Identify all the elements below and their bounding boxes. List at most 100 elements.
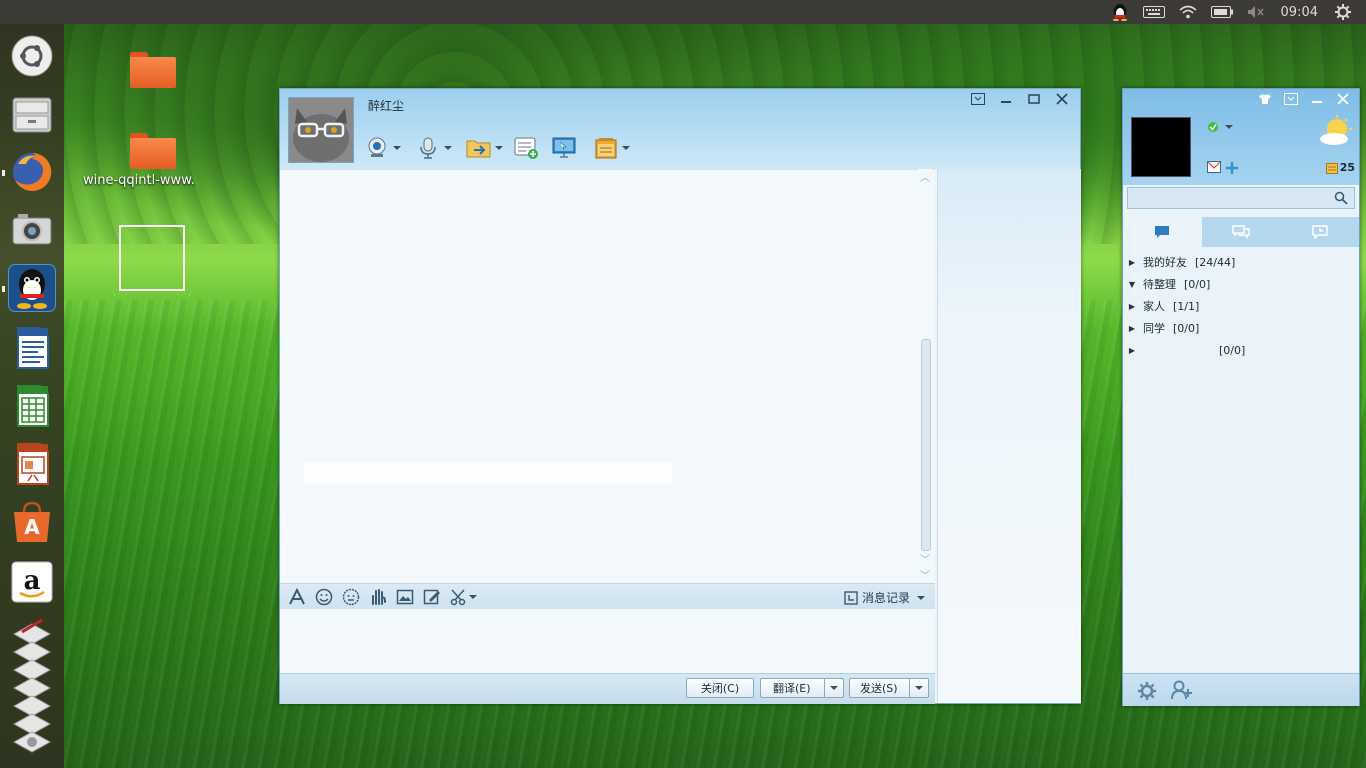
add-icon[interactable]: [1225, 161, 1239, 175]
weather-badge[interactable]: 25: [1325, 161, 1355, 174]
desktop-folder-label: wine-qqintl-www.: [83, 173, 195, 188]
contact-group[interactable]: ▼ 待整理 [0/0]: [1123, 273, 1359, 295]
video-call-icon[interactable]: [364, 135, 390, 161]
app-box-icon[interactable]: [593, 135, 619, 161]
running-indicator: [2, 286, 5, 292]
desktop-folder[interactable]: [130, 52, 176, 92]
camera-icon[interactable]: [8, 206, 56, 254]
qq-header: 25: [1123, 89, 1359, 185]
qq-icon[interactable]: [8, 264, 56, 312]
button-separator: [824, 679, 825, 697]
message-input[interactable]: [280, 609, 935, 673]
desktop-folder-wine[interactable]: wine-qqintl-www.: [83, 133, 213, 188]
translate-button[interactable]: 翻译(E): [760, 678, 844, 698]
keyboard-icon[interactable]: [1137, 0, 1171, 24]
status-selector[interactable]: [1207, 121, 1233, 133]
chevron-down-icon[interactable]: [622, 146, 630, 150]
desktop-selection-box: [119, 225, 185, 291]
impress-icon[interactable]: [8, 440, 56, 488]
user-avatar[interactable]: [1131, 117, 1191, 177]
online-status-icon: [1208, 122, 1218, 132]
scroll-up-icon[interactable]: ︿: [920, 169, 930, 184]
firefox-icon[interactable]: [8, 148, 56, 196]
chevron-down-icon[interactable]: [830, 686, 838, 690]
wine-stack-icon[interactable]: [8, 614, 56, 764]
volume-muted-icon[interactable]: [1239, 0, 1273, 24]
send-button[interactable]: 发送(S): [849, 678, 929, 698]
chat-side-panel: [937, 169, 1081, 703]
dropdown-icon[interactable]: [966, 91, 990, 107]
contact-avatar[interactable]: [288, 97, 354, 163]
quick-icons: [1207, 161, 1239, 175]
scroll-down-icon[interactable]: ﹀: [920, 551, 930, 566]
wifi-icon[interactable]: [1171, 0, 1205, 24]
close-button[interactable]: 关闭(C): [686, 678, 754, 698]
files-icon[interactable]: [8, 90, 56, 138]
search-icon[interactable]: [1334, 191, 1348, 205]
clock[interactable]: 09:04: [1273, 0, 1326, 24]
chat-bubble-icon: [1155, 226, 1170, 238]
message-history-button[interactable]: 消息记录: [844, 589, 925, 606]
window-controls: [966, 91, 1074, 107]
chat-button-bar: 关闭(C) 翻译(E) 发送(S): [280, 673, 935, 704]
history-icon: [844, 590, 858, 605]
writer-icon[interactable]: [8, 324, 56, 372]
chevron-down-icon: [917, 595, 925, 600]
contact-name: 醉红尘: [368, 99, 405, 113]
faded-message: [304, 462, 672, 484]
qq-footer: [1123, 673, 1359, 706]
tab-contacts[interactable]: [1123, 217, 1202, 247]
emoji-icon[interactable]: [313, 587, 334, 607]
qq-tray-icon[interactable]: [1103, 0, 1137, 24]
tab-groups[interactable]: [1202, 217, 1281, 247]
send-label: 发送(S): [860, 682, 898, 695]
send-file-icon[interactable]: [466, 135, 492, 161]
image-icon[interactable]: [394, 587, 415, 607]
contact-group[interactable]: ▶ 家人 [1/1]: [1123, 295, 1359, 317]
scrollbar-thumb[interactable]: [921, 339, 931, 551]
minimize-icon[interactable]: [1305, 91, 1329, 107]
recent-chat-icon: [1311, 225, 1328, 239]
skin-icon[interactable]: [1253, 91, 1277, 107]
expand-arrow-icon: ▶: [1128, 257, 1136, 267]
amazon-icon[interactable]: a: [8, 558, 56, 606]
minimize-icon[interactable]: [994, 91, 1018, 107]
battery-icon[interactable]: [1205, 0, 1239, 24]
magic-emoji-icon[interactable]: [340, 587, 361, 607]
contact-group[interactable]: ▶ 我的好友 [24/44]: [1123, 251, 1359, 273]
software-center-icon[interactable]: A: [8, 498, 56, 546]
weather-icon[interactable]: [1319, 115, 1353, 150]
chevron-down-icon[interactable]: [915, 686, 923, 690]
calc-icon[interactable]: [8, 382, 56, 430]
ubuntu-dash-icon[interactable]: [8, 32, 56, 80]
running-indicator: [2, 170, 5, 176]
nudge-icon[interactable]: [367, 587, 388, 607]
settings-icon[interactable]: [1137, 681, 1157, 701]
scroll-bottom-icon[interactable]: ﹀: [920, 567, 930, 582]
message-scrollbar[interactable]: ︿ ﹀ ﹀: [918, 169, 932, 583]
screenshot-icon[interactable]: [448, 587, 469, 607]
doodle-icon[interactable]: [421, 587, 442, 607]
chevron-down-icon[interactable]: [444, 146, 452, 150]
dropdown-icon[interactable]: [1279, 91, 1303, 107]
mail-icon[interactable]: [1207, 161, 1221, 173]
gear-icon[interactable]: [1326, 0, 1360, 24]
close-icon[interactable]: [1050, 91, 1074, 107]
create-group-icon[interactable]: [513, 135, 539, 161]
chevron-down-icon[interactable]: [393, 146, 401, 150]
message-history-area[interactable]: [280, 169, 935, 584]
tab-recent[interactable]: [1280, 217, 1359, 247]
voice-call-icon[interactable]: [415, 135, 441, 161]
contact-group[interactable]: ▶ 同学 [0/0]: [1123, 317, 1359, 339]
maximize-icon[interactable]: [1022, 91, 1046, 107]
add-contact-icon[interactable]: [1171, 680, 1193, 700]
chevron-down-icon[interactable]: [495, 146, 503, 150]
contact-search-input[interactable]: [1127, 187, 1355, 209]
font-icon[interactable]: [286, 587, 307, 607]
format-icons: [286, 587, 477, 607]
close-icon[interactable]: [1331, 91, 1355, 107]
chevron-down-icon[interactable]: [469, 595, 477, 599]
contact-tabs: [1123, 217, 1359, 247]
contact-group[interactable]: ▶ [0/0]: [1123, 339, 1359, 361]
remote-assist-icon[interactable]: [551, 135, 577, 161]
